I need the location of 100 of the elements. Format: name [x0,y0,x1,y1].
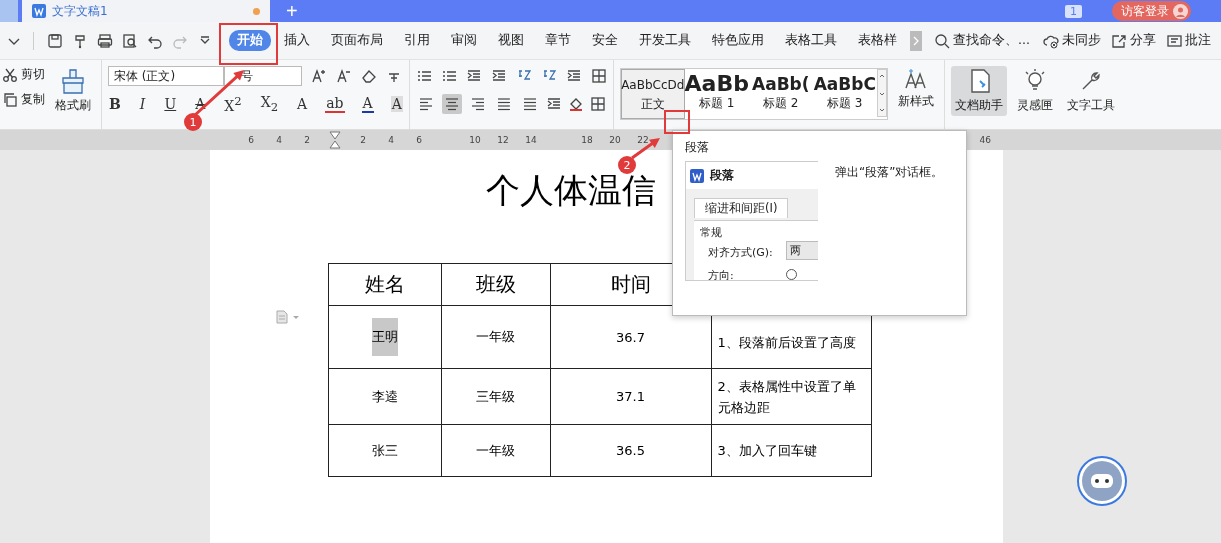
tool-button[interactable]: 文字工具 [1062,66,1119,116]
table-cell: 37.1 [616,389,645,404]
ribbon-tab[interactable]: 引用 [396,30,438,51]
ribbon-tab[interactable]: 特色应用 [704,30,772,51]
font-style-button[interactable]: A [361,95,374,113]
app-icon [690,168,704,183]
align-lines-icon [495,96,512,112]
tool-label: 灵感匣 [1016,97,1053,114]
toolbar-action[interactable]: 批注 [1166,32,1211,49]
increase-indent-icon[interactable] [490,68,507,84]
line-spacing-icon[interactable] [565,68,582,84]
toolbar-action[interactable]: 分享 [1111,32,1156,49]
action-label: 分享 [1130,32,1156,49]
table-cell: 2、表格属性中设置了单元格边距 [717,378,856,415]
bullet-list-icon[interactable] [415,68,432,84]
style-item[interactable]: AaBbC 标题 3 [812,69,877,119]
font-style-button[interactable]: X$_{2}$ [259,94,280,114]
tab-label: 文字文稿1 [52,2,109,20]
print-icon[interactable] [97,32,113,49]
ribbon-tab[interactable]: 插入 [276,30,318,51]
numbered-list-icon[interactable] [440,68,457,84]
ruler-number: 12 [496,135,510,145]
style-label: 标题 3 [827,95,863,112]
new-style-label: 新样式 [897,93,934,110]
ruler-number: 6 [415,135,423,145]
table-cell: 36.5 [616,443,645,458]
tool-button[interactable]: 文档助手 [950,66,1007,116]
ribbon-tab[interactable]: 开发工具 [631,30,699,51]
avatar-icon [1173,3,1188,19]
style-label: 标题 1 [699,95,735,112]
font-style-button[interactable]: X$^{2}$ [223,94,243,114]
new-style-button[interactable]: 新样式 [893,66,938,112]
toolbar-action[interactable]: 未同步 [1043,32,1101,49]
column-header: 姓名 [328,263,441,306]
font-name-value: 宋体 (正文) [114,67,176,85]
style-item[interactable]: AaBbCcDd 正文 [620,69,685,119]
font-size-dropdown[interactable]: 号 [224,66,302,86]
grow-font-icon[interactable] [311,68,327,84]
ruler-number: 2 [303,135,311,145]
ribbon-tab[interactable]: 表格样 [850,30,905,51]
table-cell: 张三 [371,442,398,458]
format-painter-label: 格式刷 [55,97,91,114]
align-lines-icon [521,96,538,112]
format-painter-button[interactable]: 格式刷 [51,66,95,116]
highlight-box [219,23,278,65]
ribbon-tab[interactable]: 开始 [229,30,271,51]
shrink-font-icon[interactable] [336,68,352,84]
new-tab-button[interactable]: + [286,0,298,22]
font-style-button[interactable]: ab [325,95,345,113]
ruler-number: 18 [580,135,594,145]
tool-button[interactable]: 灵感匣 [1012,66,1057,116]
search-command[interactable]: 查找命令、... [934,32,1030,49]
ruler-number: 10 [468,135,482,145]
ruler-number: 46 [979,135,991,145]
tool-label: 文字工具 [1066,97,1115,114]
spacing-icon[interactable] [545,96,562,112]
shading-icon[interactable] [567,96,584,112]
table-grid-icon[interactable] [590,68,607,84]
copy-button[interactable]: 复制 [2,91,45,108]
style-item[interactable]: AaBb( 标题 2 [748,69,813,119]
unsaved-dot-icon [253,7,260,15]
ribbon-tab[interactable]: 审阅 [443,30,485,51]
highlight-box [664,110,690,134]
share-icon [1111,32,1127,49]
save-icon[interactable] [47,32,63,49]
ribbon-tab[interactable]: 视图 [490,30,532,51]
cut-button[interactable]: 剪切 [2,66,45,83]
ribbon-tab[interactable]: 章节 [537,30,579,51]
font-size-value: 号 [241,67,253,85]
table-cell: 王明 [371,318,398,356]
style-preview: AaBb [684,73,749,95]
table-cell: 李逵 [371,388,398,404]
font-style-button[interactable]: I [138,96,147,112]
assistant-bot-icon[interactable] [1077,456,1127,506]
ribbon-tab[interactable]: 表格工具 [777,30,845,51]
tool-label: 文档助手 [954,97,1003,114]
clear-format-icon[interactable] [361,68,377,84]
table-cell: 一年级 [476,442,515,458]
align-lines-icon [469,96,486,112]
decrease-indent-icon[interactable] [465,68,482,84]
align-button[interactable] [441,94,462,114]
style-label: 正文 [640,96,665,113]
font-style-button[interactable]: A [296,96,309,112]
font-name-dropdown[interactable]: 宋体 (正文) [108,66,224,86]
ribbon-tab[interactable]: 安全 [584,30,626,51]
border-icon[interactable] [589,96,606,112]
font-style-button[interactable]: U [163,96,178,112]
font-style-button[interactable]: B [108,96,122,112]
style-preview: AaBbC [813,73,876,95]
tooltip-description: 弹出“段落”对话框。 [835,164,944,181]
print-preview-icon[interactable] [122,32,138,49]
style-item[interactable]: AaBb 标题 1 [684,69,749,119]
ruler-number: 4 [275,135,283,145]
font-style-button[interactable]: A [390,96,403,112]
table-cell: 36.7 [616,329,645,345]
ribbon-tab[interactable]: 页面布局 [323,30,391,51]
new-style-icon [902,68,929,90]
document-tab[interactable]: 文字文稿1 [22,0,270,22]
cut-label: 剪切 [21,66,45,83]
gallery-scroll-icon[interactable] [876,69,887,117]
